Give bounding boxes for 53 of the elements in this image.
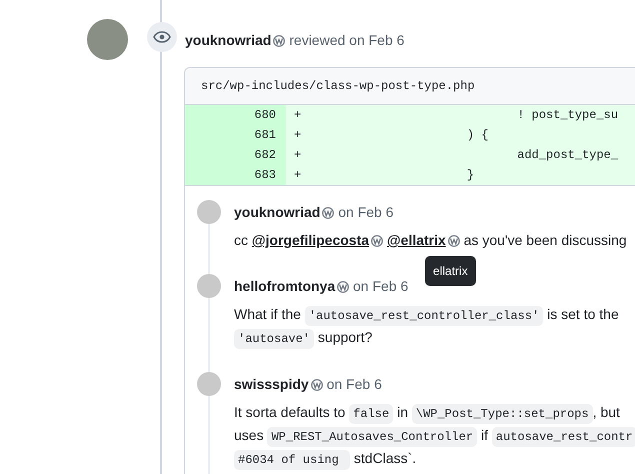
comment-text: What if the [234,306,302,322]
mention-link[interactable]: @ellatrix [387,232,446,248]
comment-text: uses [234,427,265,443]
circle-logo-icon [371,235,384,247]
comment-date[interactable]: on Feb 6 [334,204,394,220]
inline-code: \WP_Post_Type::set_props [412,404,593,424]
comment-text: stdClass`. [352,450,416,466]
file-path[interactable]: src/wp-includes/class-wp-post-type.php [185,68,635,105]
comment-text: if [480,427,489,443]
tooltip: ellatrix [425,256,476,286]
diff-sign: + [294,148,302,162]
inline-code: false [349,404,394,424]
comment-date[interactable]: on Feb 6 [349,278,408,294]
comment-text: is set to the [546,306,619,322]
avatar [87,19,128,60]
author-name[interactable]: hellofromtonya [234,278,336,294]
author-name[interactable]: youknowriad [234,204,320,220]
mention-link[interactable]: @jorgefilipecosta [252,232,370,248]
avatar [197,372,221,396]
circle-logo-icon [310,379,323,391]
inline-code: #6034 of using [234,450,350,470]
author-name[interactable]: swissspidy [234,376,309,392]
avatar [197,200,221,224]
comment-date[interactable]: on Feb 6 [322,376,382,392]
code-line: ) { [466,128,488,142]
code-line: } [466,168,474,182]
line-number: 681 [185,125,286,145]
inline-code: 'autosave' [234,329,314,349]
line-number: 682 [185,145,286,165]
code-line: add_post_type_ [516,148,618,162]
circle-logo-icon [273,35,286,47]
diff-sign: + [294,128,302,142]
circle-logo-icon [322,207,334,219]
comment-text: as you've been discussing [462,232,627,248]
avatar [197,274,221,298]
comment-text: cc [234,232,249,248]
diff-sign: + [294,108,302,122]
eye-icon [147,22,177,52]
comment-text: It sorta defaults to [234,404,346,420]
diff-sign: + [294,168,302,182]
line-number: 683 [185,165,286,185]
code-line: ! post_type_su [516,108,618,122]
inline-code: autosave_rest_contr [492,427,635,447]
circle-logo-icon [337,281,350,293]
comment-text: , but [592,404,620,420]
circle-logo-icon [448,235,460,247]
author-name[interactable]: youknowriad [185,32,272,48]
comment-text: in [396,404,409,420]
inline-code: WP_REST_Autosaves_Controller [267,427,478,447]
comment-text: support? [316,329,372,345]
review-action: reviewed on Feb 6 [288,32,404,48]
inline-code: 'autosave_rest_controller_class' [304,306,544,326]
line-number: 680 [185,105,286,125]
